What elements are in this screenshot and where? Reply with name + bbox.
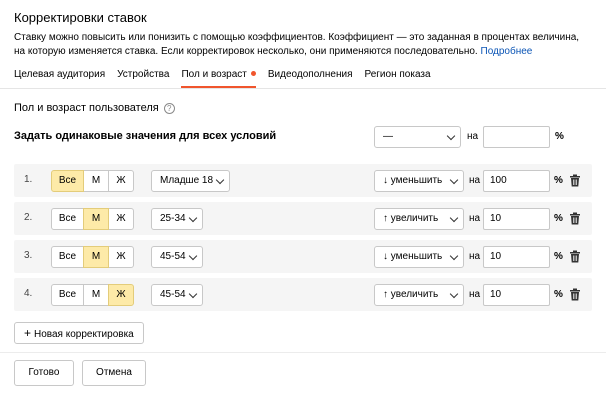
- chevron-down-icon: [188, 251, 198, 261]
- chevron-down-icon: [188, 289, 198, 299]
- na-label: на: [469, 251, 481, 262]
- na-label: на: [469, 289, 481, 300]
- tab-video-extensions[interactable]: Видеодополнения: [268, 68, 353, 88]
- new-adjustment-label: Новая корректировка: [34, 329, 134, 340]
- trash-icon[interactable]: [569, 212, 581, 225]
- age-select[interactable]: Младше 18: [151, 170, 230, 192]
- select-value: 45-54: [160, 289, 186, 300]
- na-label: на: [469, 175, 481, 186]
- gender-selector: Все М Ж: [51, 246, 134, 268]
- gender-male-button[interactable]: М: [83, 246, 109, 268]
- tab-label: Пол и возраст: [181, 69, 247, 80]
- new-adjustment-button[interactable]: + Новая корректировка: [14, 322, 144, 344]
- select-value: ↓ уменьшить: [383, 175, 443, 186]
- na-label: на: [467, 131, 479, 142]
- value-input[interactable]: 10: [483, 284, 550, 306]
- gender-female-button[interactable]: Ж: [108, 284, 134, 306]
- tab-region[interactable]: Регион показа: [364, 68, 430, 88]
- percent-label: %: [554, 213, 563, 224]
- row-number: 3.: [24, 250, 33, 261]
- chevron-down-icon: [188, 213, 198, 223]
- tab-target-audience[interactable]: Целевая аудитория: [14, 68, 105, 88]
- cancel-button[interactable]: Отмена: [82, 360, 146, 386]
- direction-select[interactable]: ↓ уменьшить: [374, 170, 464, 192]
- select-value: ↑ увеличить: [383, 213, 439, 224]
- na-label: на: [469, 213, 481, 224]
- same-value-input[interactable]: [483, 126, 550, 148]
- age-select[interactable]: 45-54: [151, 284, 203, 306]
- chevron-down-icon: [449, 175, 459, 185]
- chevron-down-icon: [446, 131, 456, 141]
- gender-all-button[interactable]: Все: [51, 208, 84, 230]
- same-direction-select[interactable]: —: [374, 126, 461, 148]
- direction-select[interactable]: ↑ увеличить: [374, 284, 464, 306]
- adjustment-row: 1. Все М Ж Младше 18 ↓ уменьшить на 100 …: [14, 164, 592, 197]
- tab-devices[interactable]: Устройства: [117, 68, 169, 88]
- same-values-row: Задать одинаковые значения для всех усло…: [14, 126, 594, 148]
- chevron-down-icon: [449, 251, 459, 261]
- direction-select[interactable]: ↓ уменьшить: [374, 246, 464, 268]
- select-value: 25-34: [160, 213, 186, 224]
- gender-male-button[interactable]: М: [83, 284, 109, 306]
- tab-label: Регион показа: [364, 69, 431, 80]
- percent-label: %: [554, 175, 563, 186]
- gender-all-button[interactable]: Все: [51, 284, 84, 306]
- row-number: 1.: [24, 174, 33, 185]
- gender-female-button[interactable]: Ж: [108, 246, 134, 268]
- more-link[interactable]: Подробнее: [481, 46, 533, 57]
- same-values-label: Задать одинаковые значения для всех усло…: [14, 130, 277, 142]
- gender-all-button[interactable]: Все: [51, 170, 84, 192]
- row-number: 4.: [24, 288, 33, 299]
- chevron-down-icon: [449, 289, 459, 299]
- gender-female-button[interactable]: Ж: [108, 208, 134, 230]
- adjustment-row: 4. Все М Ж 45-54 ↑ увеличить на 10 %: [14, 278, 592, 311]
- tab-label: Видеодополнения: [267, 69, 353, 80]
- percent-label: %: [554, 289, 563, 300]
- value-input[interactable]: 10: [483, 246, 550, 268]
- description: Ставку можно повысить или понизить с пом…: [14, 31, 589, 58]
- select-value: —: [383, 131, 393, 142]
- value-input[interactable]: 100: [483, 170, 550, 192]
- select-value: ↑ увеличить: [383, 289, 439, 300]
- trash-icon[interactable]: [569, 288, 581, 301]
- chevron-down-icon: [449, 213, 459, 223]
- age-select[interactable]: 25-34: [151, 208, 203, 230]
- page-title: Корректировки ставок: [14, 10, 147, 25]
- value-input[interactable]: 10: [483, 208, 550, 230]
- row-number: 2.: [24, 212, 33, 223]
- tab-gender-age[interactable]: Пол и возраст: [181, 68, 257, 88]
- plus-icon: +: [24, 326, 32, 340]
- adjustment-row: 2. Все М Ж 25-34 ↑ увеличить на 10 %: [14, 202, 592, 235]
- section-title-text: Пол и возраст пользователя: [14, 102, 159, 114]
- adjustment-row: 3. Все М Ж 45-54 ↓ уменьшить на 10 %: [14, 240, 592, 273]
- done-button[interactable]: Готово: [14, 360, 74, 386]
- tab-label: Устройства: [117, 69, 170, 80]
- percent-label: %: [554, 251, 563, 262]
- trash-icon[interactable]: [569, 174, 581, 187]
- gender-selector: Все М Ж: [51, 208, 134, 230]
- select-value: 45-54: [160, 251, 186, 262]
- section-title: Пол и возраст пользователя ?: [14, 102, 175, 114]
- select-value: ↓ уменьшить: [383, 251, 443, 262]
- changed-dot-icon: [250, 70, 256, 76]
- gender-male-button[interactable]: М: [83, 170, 109, 192]
- direction-select[interactable]: ↑ увеличить: [374, 208, 464, 230]
- trash-icon[interactable]: [569, 250, 581, 263]
- select-value: Младше 18: [160, 175, 214, 186]
- question-circle-icon[interactable]: ?: [163, 102, 175, 114]
- percent-label: %: [555, 131, 564, 142]
- tabs: Целевая аудитория Устройства Пол и возра…: [14, 68, 443, 88]
- tab-label: Целевая аудитория: [14, 69, 106, 80]
- chevron-down-icon: [215, 175, 225, 185]
- gender-all-button[interactable]: Все: [51, 246, 84, 268]
- gender-selector: Все М Ж: [51, 170, 134, 192]
- age-select[interactable]: 45-54: [151, 246, 203, 268]
- gender-selector: Все М Ж: [51, 284, 134, 306]
- gender-female-button[interactable]: Ж: [108, 170, 134, 192]
- tabs-divider: [0, 88, 606, 89]
- footer-divider: [0, 352, 606, 353]
- gender-male-button[interactable]: М: [83, 208, 109, 230]
